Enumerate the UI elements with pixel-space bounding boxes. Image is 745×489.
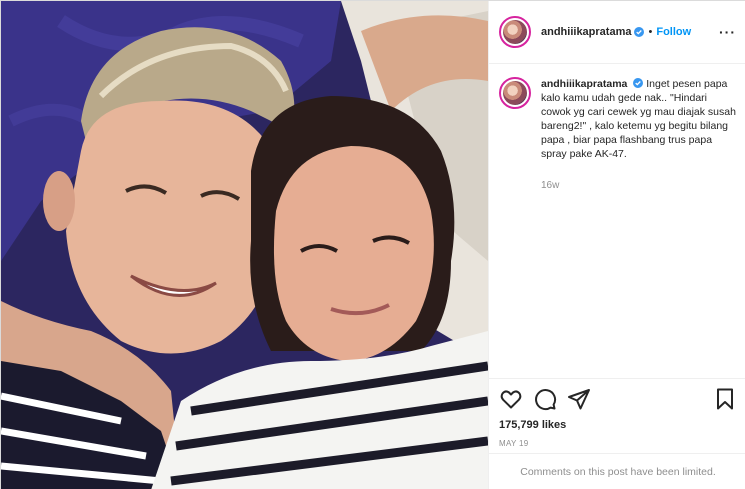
- heart-icon[interactable]: [499, 387, 523, 411]
- caption-section: andhiiikapratama Inget pesen papa kalo k…: [489, 65, 745, 378]
- selfie-image: [1, 1, 488, 489]
- caption-avatar[interactable]: [499, 77, 531, 109]
- separator-dot: •: [648, 26, 653, 38]
- post-photo[interactable]: [1, 1, 488, 489]
- caption-text: Inget pesen papa kalo kamu udah gede nak…: [541, 78, 736, 160]
- caption-timestamp[interactable]: 16w: [541, 179, 737, 193]
- post-date[interactable]: MAY 19: [499, 439, 737, 448]
- share-icon[interactable]: [567, 387, 591, 411]
- post-sidebar: andhiiikapratama • Follow ··· andhiiikap…: [488, 1, 745, 489]
- likes-count[interactable]: 175,799 likes: [499, 419, 737, 431]
- verified-badge-icon: [633, 78, 644, 88]
- header-username[interactable]: andhiiikapratama: [541, 26, 631, 38]
- caption-username[interactable]: andhiiikapratama: [541, 78, 627, 90]
- profile-avatar[interactable]: [499, 16, 531, 48]
- more-options-icon[interactable]: ···: [719, 24, 736, 40]
- comment-icon[interactable]: [533, 387, 557, 411]
- action-bar: 175,799 likes MAY 19: [489, 378, 745, 453]
- bookmark-icon[interactable]: [713, 387, 737, 411]
- comments-limited-notice: Comments on this post have been limited.: [489, 453, 745, 489]
- follow-button[interactable]: Follow: [656, 26, 691, 38]
- post-header: andhiiikapratama • Follow ···: [489, 1, 745, 64]
- instagram-post: andhiiikapratama • Follow ··· andhiiikap…: [0, 0, 745, 489]
- verified-badge-icon: [634, 27, 645, 37]
